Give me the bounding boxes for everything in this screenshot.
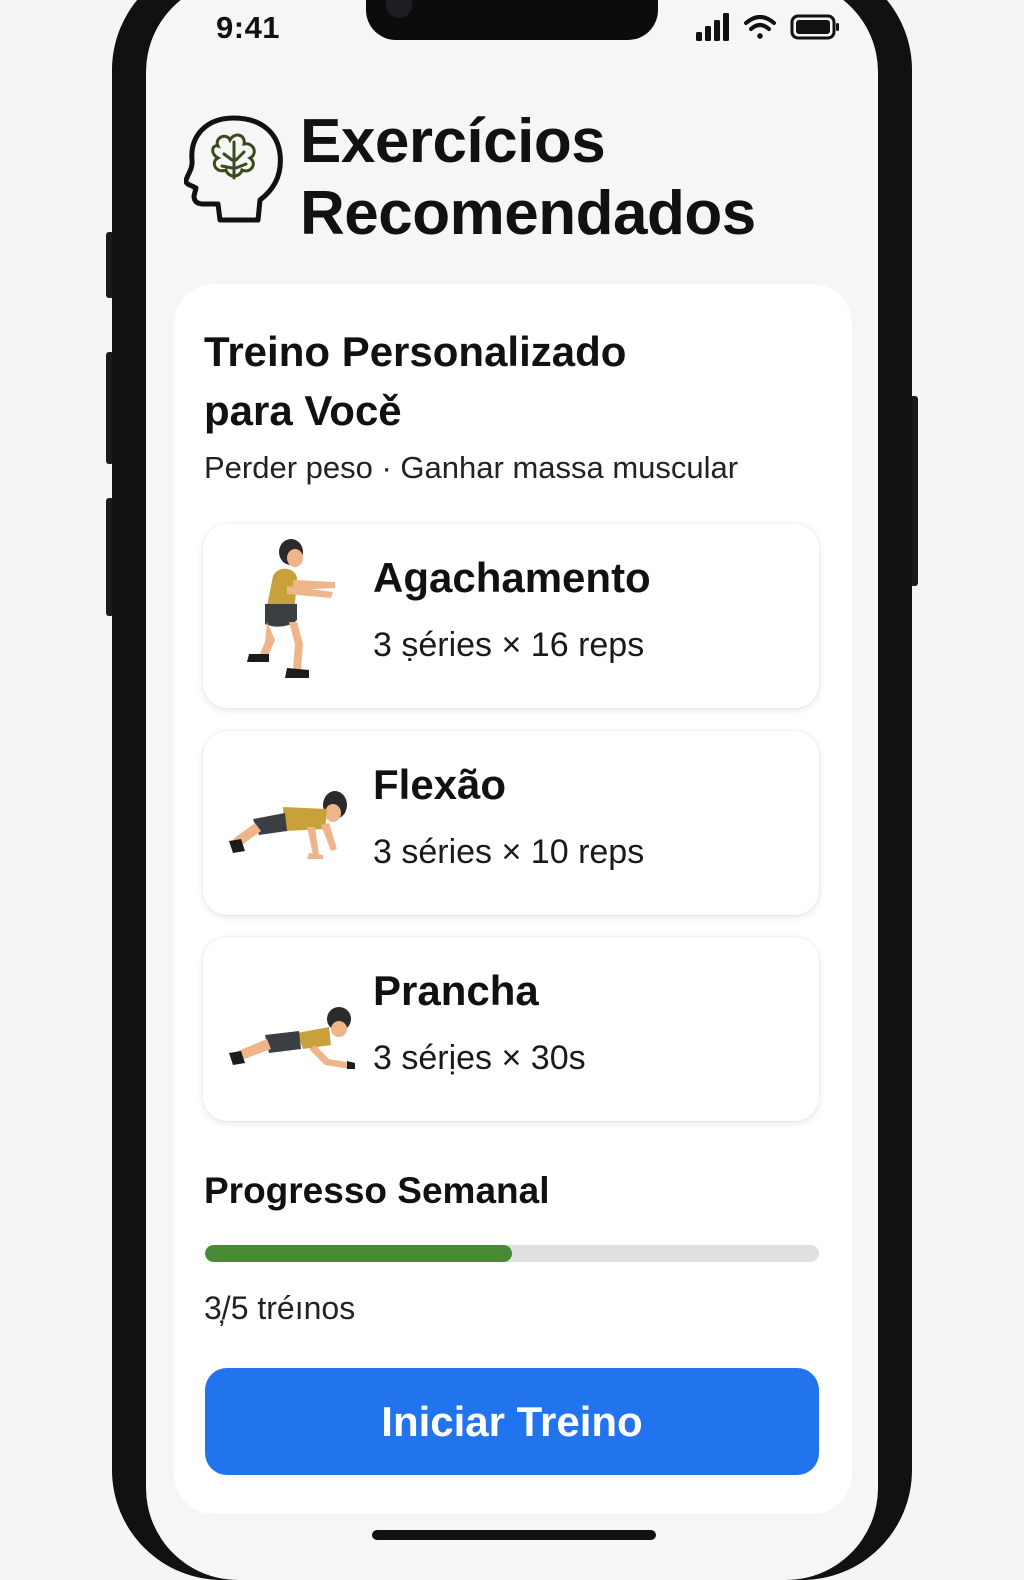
- plan-title-line1: Treino Personalizado: [204, 328, 627, 375]
- exercise-name: Prancha: [373, 967, 539, 1014]
- page-title-line2: Recomendados: [300, 179, 756, 248]
- plank-figure-icon: [229, 1007, 355, 1069]
- weekly-progress-label: 3̦/5 tréınos: [204, 1290, 356, 1326]
- status-time: 9:41: [216, 10, 281, 45]
- weekly-progress-title: Progresso Semanal: [204, 1170, 550, 1211]
- plan-goals: Perder peso · Ganhar massa muscular: [204, 450, 739, 485]
- weekly-progress-bar: [205, 1245, 819, 1262]
- signal-icon: [696, 13, 729, 41]
- page-title-line1: Exercícios: [300, 107, 606, 176]
- weekly-progress-fill: [205, 1245, 512, 1262]
- exercise-card-flexao[interactable]: Flexão 3 séries × 10 reps: [203, 731, 819, 915]
- page-title: Exercícios Recomendados: [300, 106, 756, 250]
- wifi-icon: [744, 15, 776, 39]
- home-indicator[interactable]: [372, 1530, 656, 1540]
- exercise-detail: 3 séries × 10 reps: [373, 833, 645, 871]
- plan-title: Treino Personalizado para Vocě: [204, 322, 764, 440]
- pushup-figure-icon: [229, 791, 347, 859]
- status-icons: [696, 13, 839, 41]
- exercise-card-prancha[interactable]: Prancha 3 sérịes × 30s: [203, 937, 819, 1121]
- exercise-detail: 3 ṣéries × 16 reps: [373, 626, 645, 664]
- exercise-name: Flexão: [373, 761, 507, 808]
- brain-head-icon: [184, 115, 283, 223]
- start-workout-button[interactable]: Iniciar Treino: [205, 1368, 819, 1475]
- plan-title-line2: para Vocě: [204, 387, 402, 434]
- exercise-detail: 3 sérịes × 30s: [373, 1039, 586, 1077]
- squat-figure-icon: [247, 539, 335, 678]
- battery-icon: [790, 14, 839, 40]
- exercise-name: Agachamento: [373, 554, 651, 601]
- exercise-card-agachamento[interactable]: Agachamento 3 ṣéries × 16 reps: [203, 524, 819, 708]
